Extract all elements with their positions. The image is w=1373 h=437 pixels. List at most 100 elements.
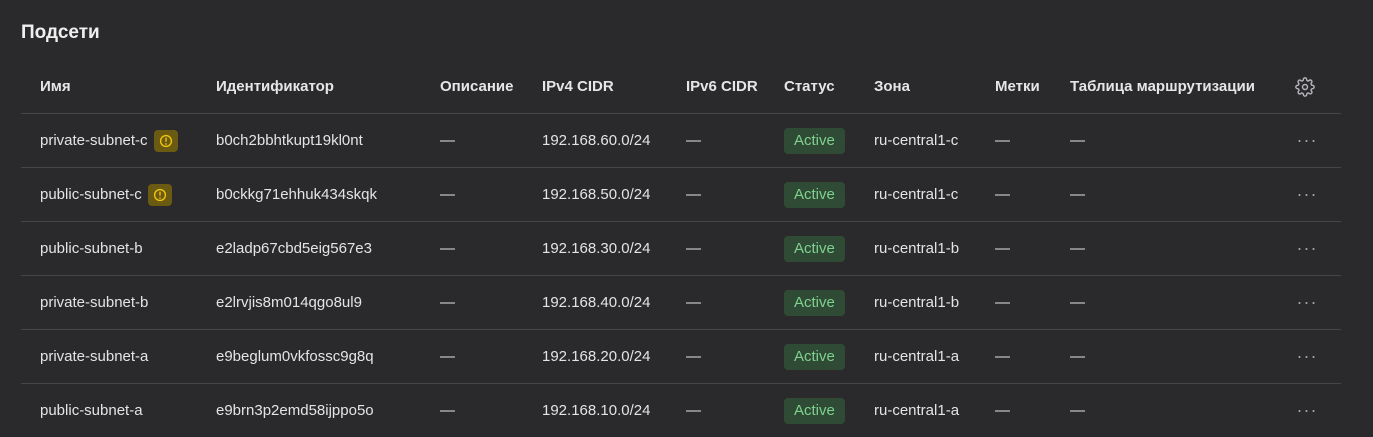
warning-icon[interactable] <box>153 129 178 152</box>
more-horizontal-icon[interactable]: ··· <box>1295 184 1319 205</box>
cell-ipv4: 192.168.40.0/24 <box>542 294 651 311</box>
cell-actions: ··· <box>1295 114 1319 167</box>
cell-zone: ru-central1-b <box>874 240 960 257</box>
cell-ipv4: 192.168.10.0/24 <box>542 402 651 419</box>
cell-ipv6: — <box>686 402 701 419</box>
cell-status: Active <box>784 222 845 275</box>
status-badge: Active <box>784 181 845 208</box>
cell-id: e9brn3p2emd58ijppo5o <box>216 402 374 419</box>
cell-id: e9beglum0vkfossc9g8q <box>216 348 374 365</box>
column-header-id[interactable]: Идентификатор <box>216 61 334 113</box>
cell-zone: ru-central1-b <box>874 294 960 311</box>
subnet-name[interactable]: private-subnet-a <box>40 348 148 365</box>
cell-description: — <box>440 240 455 257</box>
table-header: Имя Идентификатор Описание IPv4 CIDR IPv… <box>21 61 1341 114</box>
subnet-name[interactable]: private-subnet-b <box>40 294 148 311</box>
column-header-description[interactable]: Описание <box>440 61 513 113</box>
column-header-ipv6[interactable]: IPv6 CIDR <box>686 61 758 113</box>
cell-actions: ··· <box>1295 276 1319 329</box>
cell-actions: ··· <box>1295 330 1319 383</box>
cell-zone: ru-central1-a <box>874 348 960 365</box>
column-header-labels[interactable]: Метки <box>995 61 1040 113</box>
cell-name: private-subnet-b <box>40 276 148 329</box>
subnet-name[interactable]: public-subnet-a <box>40 402 143 419</box>
cell-id: b0ckkg71ehhuk434skqk <box>216 186 377 203</box>
cell-ipv4: 192.168.50.0/24 <box>542 186 651 203</box>
more-horizontal-icon[interactable]: ··· <box>1295 346 1319 367</box>
column-header-status[interactable]: Статус <box>784 61 835 113</box>
cell-ipv6: — <box>686 186 701 203</box>
cell-description: — <box>440 132 455 149</box>
cell-route-table: — <box>1070 348 1085 365</box>
column-header-zone[interactable]: Зона <box>874 61 910 113</box>
cell-labels: — <box>995 240 1010 257</box>
subnet-name[interactable]: public-subnet-c <box>40 186 142 203</box>
cell-name: public-subnet-b <box>40 222 143 275</box>
table-row[interactable]: public-subnet-b e2ladp67cbd5eig567e3 — 1… <box>21 222 1341 276</box>
cell-description: — <box>440 294 455 311</box>
cell-ipv4: 192.168.30.0/24 <box>542 240 651 257</box>
gear-icon[interactable] <box>1295 77 1315 97</box>
table-body: private-subnet-c b0ch2bbhtkupt19kl0nt — … <box>21 114 1341 437</box>
cell-actions: ··· <box>1295 222 1319 275</box>
cell-status: Active <box>784 114 845 167</box>
cell-name: public-subnet-c <box>40 168 172 221</box>
cell-labels: — <box>995 402 1010 419</box>
table-row[interactable]: public-subnet-c b0ckkg71ehhuk434skqk — 1… <box>21 168 1341 222</box>
status-badge: Active <box>784 343 845 370</box>
cell-ipv6: — <box>686 240 701 257</box>
column-header-ipv4[interactable]: IPv4 CIDR <box>542 61 614 113</box>
cell-ipv4: 192.168.20.0/24 <box>542 348 651 365</box>
table-row[interactable]: public-subnet-a e9brn3p2emd58ijppo5o — 1… <box>21 384 1341 437</box>
cell-route-table: — <box>1070 186 1085 203</box>
column-header-name[interactable]: Имя <box>40 61 71 113</box>
cell-actions: ··· <box>1295 384 1319 437</box>
table-row[interactable]: private-subnet-b e2lrvjis8m014qgo8ul9 — … <box>21 276 1341 330</box>
cell-ipv6: — <box>686 132 701 149</box>
cell-description: — <box>440 348 455 365</box>
cell-ipv6: — <box>686 348 701 365</box>
cell-status: Active <box>784 168 845 221</box>
cell-id: b0ch2bbhtkupt19kl0nt <box>216 132 363 149</box>
cell-labels: — <box>995 294 1010 311</box>
cell-name: private-subnet-c <box>40 114 178 167</box>
cell-status: Active <box>784 276 845 329</box>
cell-zone: ru-central1-a <box>874 402 960 419</box>
more-horizontal-icon[interactable]: ··· <box>1295 400 1319 421</box>
cell-name: public-subnet-a <box>40 384 143 437</box>
table-row[interactable]: private-subnet-a e9beglum0vkfossc9g8q — … <box>21 330 1341 384</box>
cell-labels: — <box>995 348 1010 365</box>
cell-zone: ru-central1-c <box>874 132 959 149</box>
status-badge: Active <box>784 397 845 424</box>
cell-ipv6: — <box>686 294 701 311</box>
cell-labels: — <box>995 186 1010 203</box>
cell-status: Active <box>784 384 845 437</box>
cell-status: Active <box>784 330 845 383</box>
status-badge: Active <box>784 289 845 316</box>
cell-labels: — <box>995 132 1010 149</box>
cell-id: e2ladp67cbd5eig567e3 <box>216 240 372 257</box>
cell-description: — <box>440 402 455 419</box>
cell-route-table: — <box>1070 294 1085 311</box>
column-header-route-table[interactable]: Таблица маршрутизации <box>1070 61 1255 113</box>
status-badge: Active <box>784 235 845 262</box>
cell-id: e2lrvjis8m014qgo8ul9 <box>216 294 362 311</box>
cell-route-table: — <box>1070 402 1085 419</box>
more-horizontal-icon[interactable]: ··· <box>1295 292 1319 313</box>
warning-icon[interactable] <box>147 183 172 206</box>
more-horizontal-icon[interactable]: ··· <box>1295 130 1319 151</box>
page-title: Подсети <box>21 22 100 43</box>
subnets-table: Имя Идентификатор Описание IPv4 CIDR IPv… <box>21 61 1341 437</box>
cell-route-table: — <box>1070 132 1085 149</box>
cell-ipv4: 192.168.60.0/24 <box>542 132 651 149</box>
cell-route-table: — <box>1070 240 1085 257</box>
subnet-name[interactable]: private-subnet-c <box>40 132 148 149</box>
subnet-name[interactable]: public-subnet-b <box>40 240 143 257</box>
cell-description: — <box>440 186 455 203</box>
cell-name: private-subnet-a <box>40 330 148 383</box>
table-row[interactable]: private-subnet-c b0ch2bbhtkupt19kl0nt — … <box>21 114 1341 168</box>
status-badge: Active <box>784 127 845 154</box>
cell-zone: ru-central1-c <box>874 186 959 203</box>
cell-actions: ··· <box>1295 168 1319 221</box>
more-horizontal-icon[interactable]: ··· <box>1295 238 1319 259</box>
